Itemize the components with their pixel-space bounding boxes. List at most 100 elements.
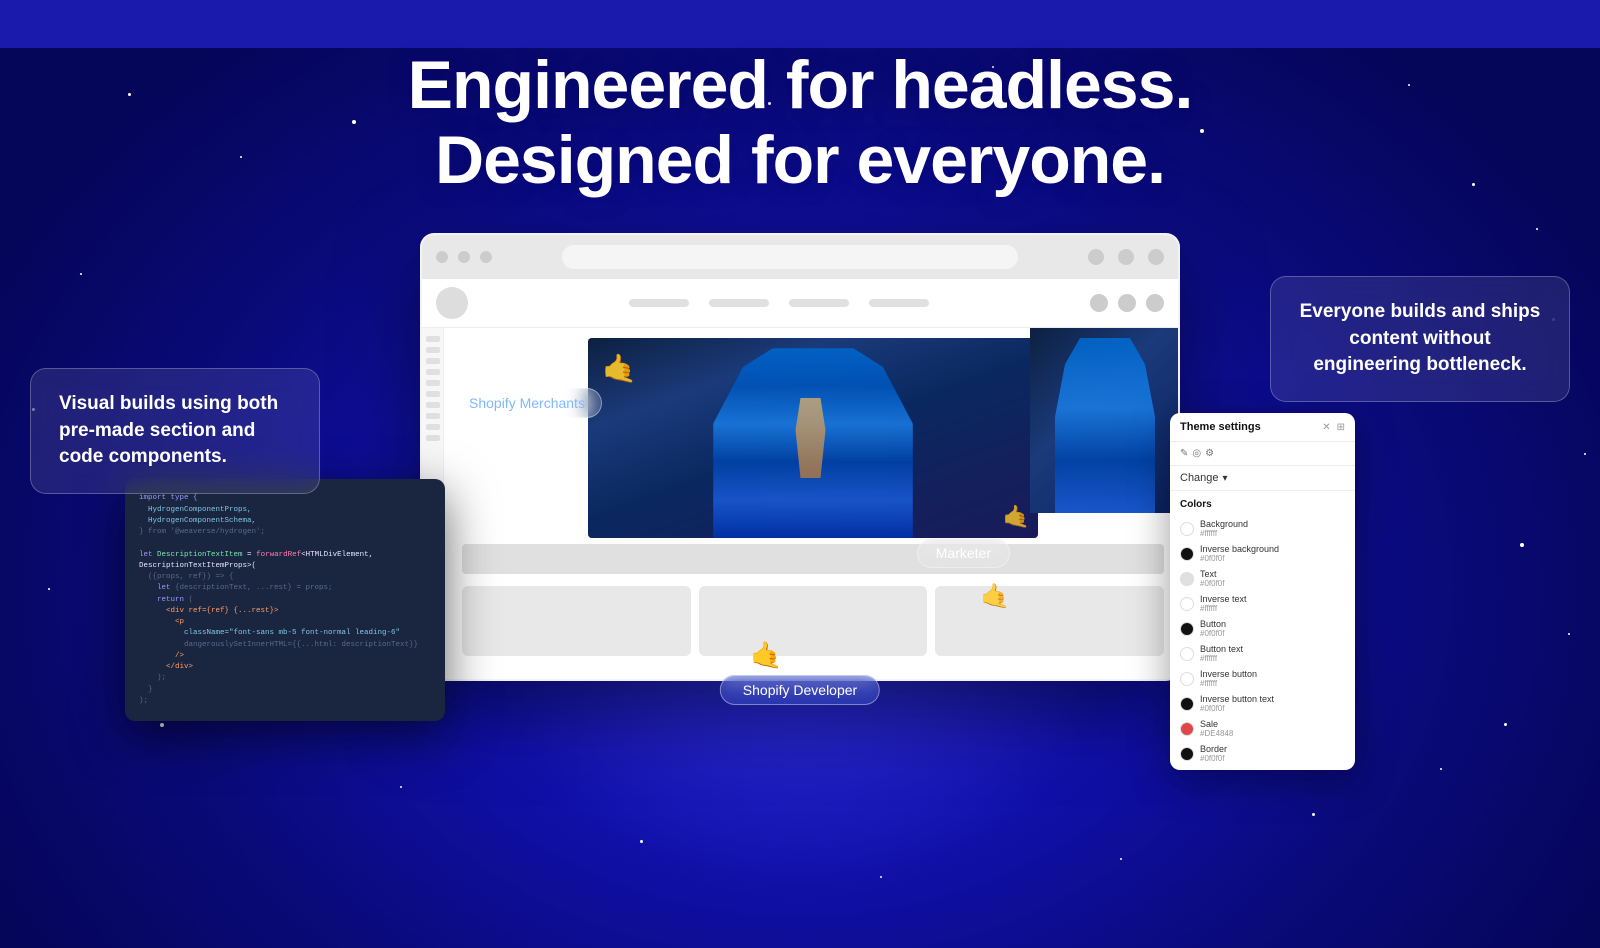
- star: [80, 273, 82, 275]
- color-value-button-text: #ffffff: [1200, 654, 1243, 663]
- code-line: let DescriptionTextItem = forwardRef<HTM…: [139, 550, 431, 573]
- store-icon-account: [1118, 294, 1136, 312]
- developer-hand-icon: 🤙: [750, 640, 782, 671]
- color-value-inverse-text: #ffffff: [1200, 604, 1247, 613]
- code-line: );: [139, 696, 431, 707]
- code-line: <div ref={ref} {...rest}>: [139, 606, 431, 617]
- sidebar-line: [426, 413, 440, 419]
- theme-panel-colors-section: Colors Background #ffffff Inverse backgr…: [1170, 491, 1355, 770]
- store-icon-cart: [1146, 294, 1164, 312]
- sidebar-line: [426, 435, 440, 441]
- color-label-inverse-button-text: Inverse button text: [1200, 694, 1274, 704]
- theme-panel-expand-icon: ⊞: [1337, 422, 1345, 433]
- color-value-sale: #DE4848: [1200, 729, 1233, 738]
- star: [1312, 813, 1315, 816]
- theme-section-colors-title: Colors: [1180, 499, 1345, 510]
- theme-settings-panel: Theme settings ✕ ⊞ ✎ ◎ ⚙ Change ▾ Colors…: [1170, 413, 1355, 770]
- color-row-inverse-bg: Inverse background #0f0f0f: [1180, 541, 1345, 566]
- theme-panel-close-icon: ✕: [1322, 422, 1330, 433]
- code-line: }: [139, 685, 431, 696]
- theme-panel-change-row[interactable]: Change ▾: [1170, 466, 1355, 491]
- browser-toolbar: [422, 235, 1178, 279]
- callout-left-text: Visual builds using both pre-made sectio…: [59, 393, 278, 467]
- color-label-inverse-button: Inverse button: [1200, 669, 1257, 679]
- browser-dot-green: [480, 251, 492, 263]
- color-row-sale: Sale #DE4848: [1180, 716, 1345, 741]
- color-info-text: Text #0f0f0f: [1200, 569, 1224, 588]
- product-card: [462, 586, 691, 656]
- browser-dot-red: [436, 251, 448, 263]
- color-swatch-button-text: [1180, 647, 1194, 661]
- store-header: [422, 279, 1178, 328]
- star: [1568, 633, 1570, 635]
- store-text-block: [462, 544, 1164, 574]
- color-value-text: #0f0f0f: [1200, 579, 1224, 588]
- color-row-button: Button #0f0f0f: [1180, 616, 1345, 641]
- color-info-button-text: Button text #ffffff: [1200, 644, 1243, 663]
- browser-icon-3: [1148, 249, 1164, 265]
- star: [160, 723, 164, 727]
- heading-line2: Designed for everyone.: [435, 122, 1165, 198]
- star: [1504, 723, 1507, 726]
- store-content: 🤙 🤙: [422, 328, 1178, 664]
- color-row-border: Border #0f0f0f: [1180, 741, 1345, 766]
- code-line: );: [139, 673, 431, 684]
- star: [48, 588, 50, 590]
- color-row-background: Background #ffffff: [1180, 516, 1345, 541]
- code-editor: import type { HydrogenComponentProps, Hy…: [125, 479, 445, 721]
- color-label-border: Border: [1200, 744, 1227, 754]
- sidebar-line: [426, 391, 440, 397]
- callout-right-text: Everyone builds and ships content withou…: [1300, 301, 1541, 375]
- theme-panel-change-label: Change: [1180, 472, 1219, 484]
- sidebar-line: [426, 347, 440, 353]
- color-swatch-inverse-button: [1180, 672, 1194, 686]
- sidebar-line: [426, 402, 440, 408]
- theme-panel-circle-icon: ◎: [1192, 448, 1201, 459]
- store-product-grid: [448, 578, 1178, 664]
- color-info-inverse-button-text: Inverse button text #0f0f0f: [1200, 694, 1274, 713]
- color-row-inverse-text: Inverse text #ffffff: [1180, 591, 1345, 616]
- color-row-text: Text #0f0f0f: [1180, 566, 1345, 591]
- color-swatch-button: [1180, 622, 1194, 636]
- theme-panel-header: Theme settings ✕ ⊞: [1170, 413, 1355, 442]
- right-preview-image: [1030, 328, 1180, 513]
- sidebar-line: [426, 380, 440, 386]
- star: [1536, 228, 1538, 230]
- browser-dot-yellow: [458, 251, 470, 263]
- color-swatch-inverse-button-text: [1180, 697, 1194, 711]
- star: [1584, 453, 1586, 455]
- product-card: [935, 586, 1164, 656]
- heading-line1: Engineered for headless.: [408, 47, 1193, 123]
- color-label-button: Button: [1200, 619, 1226, 629]
- callout-right: Everyone builds and ships content withou…: [1270, 276, 1570, 402]
- code-line: dangerouslySetInnerHTML={{...html: descr…: [139, 640, 431, 651]
- color-row-inverse-button-text: Inverse button text #0f0f0f: [1180, 691, 1345, 716]
- color-swatch-border: [1180, 747, 1194, 761]
- code-line: />: [139, 651, 431, 662]
- code-line: [139, 538, 431, 549]
- callout-left: Visual builds using both pre-made sectio…: [30, 368, 320, 494]
- hero-hand-icon: 🤙: [1003, 504, 1030, 530]
- tag-merchants-label: Shopify Merchants: [469, 395, 585, 411]
- tag-merchants: Shopify Merchants: [452, 388, 602, 418]
- color-label-inverse-bg: Inverse background: [1200, 544, 1279, 554]
- theme-panel-icons-row: ✎ ◎ ⚙: [1170, 442, 1355, 466]
- code-line: } from '@weaverse/hydrogen';: [139, 527, 431, 538]
- color-swatch-background: [1180, 522, 1194, 536]
- color-row-inverse-button: Inverse button #ffffff: [1180, 666, 1345, 691]
- theme-panel-header-icons: ✕ ⊞: [1322, 422, 1345, 433]
- code-line: </div>: [139, 662, 431, 673]
- store-nav-item: [869, 299, 929, 307]
- sidebar-line: [426, 336, 440, 342]
- color-info-inverse-button: Inverse button #ffffff: [1200, 669, 1257, 688]
- page-heading: Engineered for headless. Designed for ev…: [0, 48, 1600, 198]
- store-logo: [436, 287, 468, 319]
- color-value-background: #ffffff: [1200, 529, 1248, 538]
- product-card: [699, 586, 928, 656]
- browser-body: 🤙 🤙: [422, 279, 1178, 679]
- browser-mockup: 🤙 🤙: [420, 233, 1180, 681]
- code-line: HydrogenComponentSchema,: [139, 516, 431, 527]
- tag-developer-label: Shopify Developer: [743, 682, 857, 698]
- code-line: ({props, ref}) => {: [139, 572, 431, 583]
- color-info-sale: Sale #DE4848: [1200, 719, 1233, 738]
